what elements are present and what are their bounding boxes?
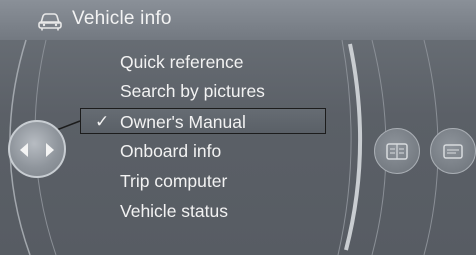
side-button-manual[interactable] (430, 128, 476, 174)
manual-icon (443, 144, 463, 159)
left-arrow-icon (20, 143, 28, 157)
controller-pointer-line (53, 120, 81, 132)
controller-knob[interactable] (8, 120, 66, 178)
side-button-car-book[interactable] (374, 128, 420, 174)
right-arrow-icon (46, 143, 54, 157)
car-book-icon (386, 143, 408, 160)
idrive-screen: Vehicle info Quick reference Search by p… (0, 0, 476, 255)
